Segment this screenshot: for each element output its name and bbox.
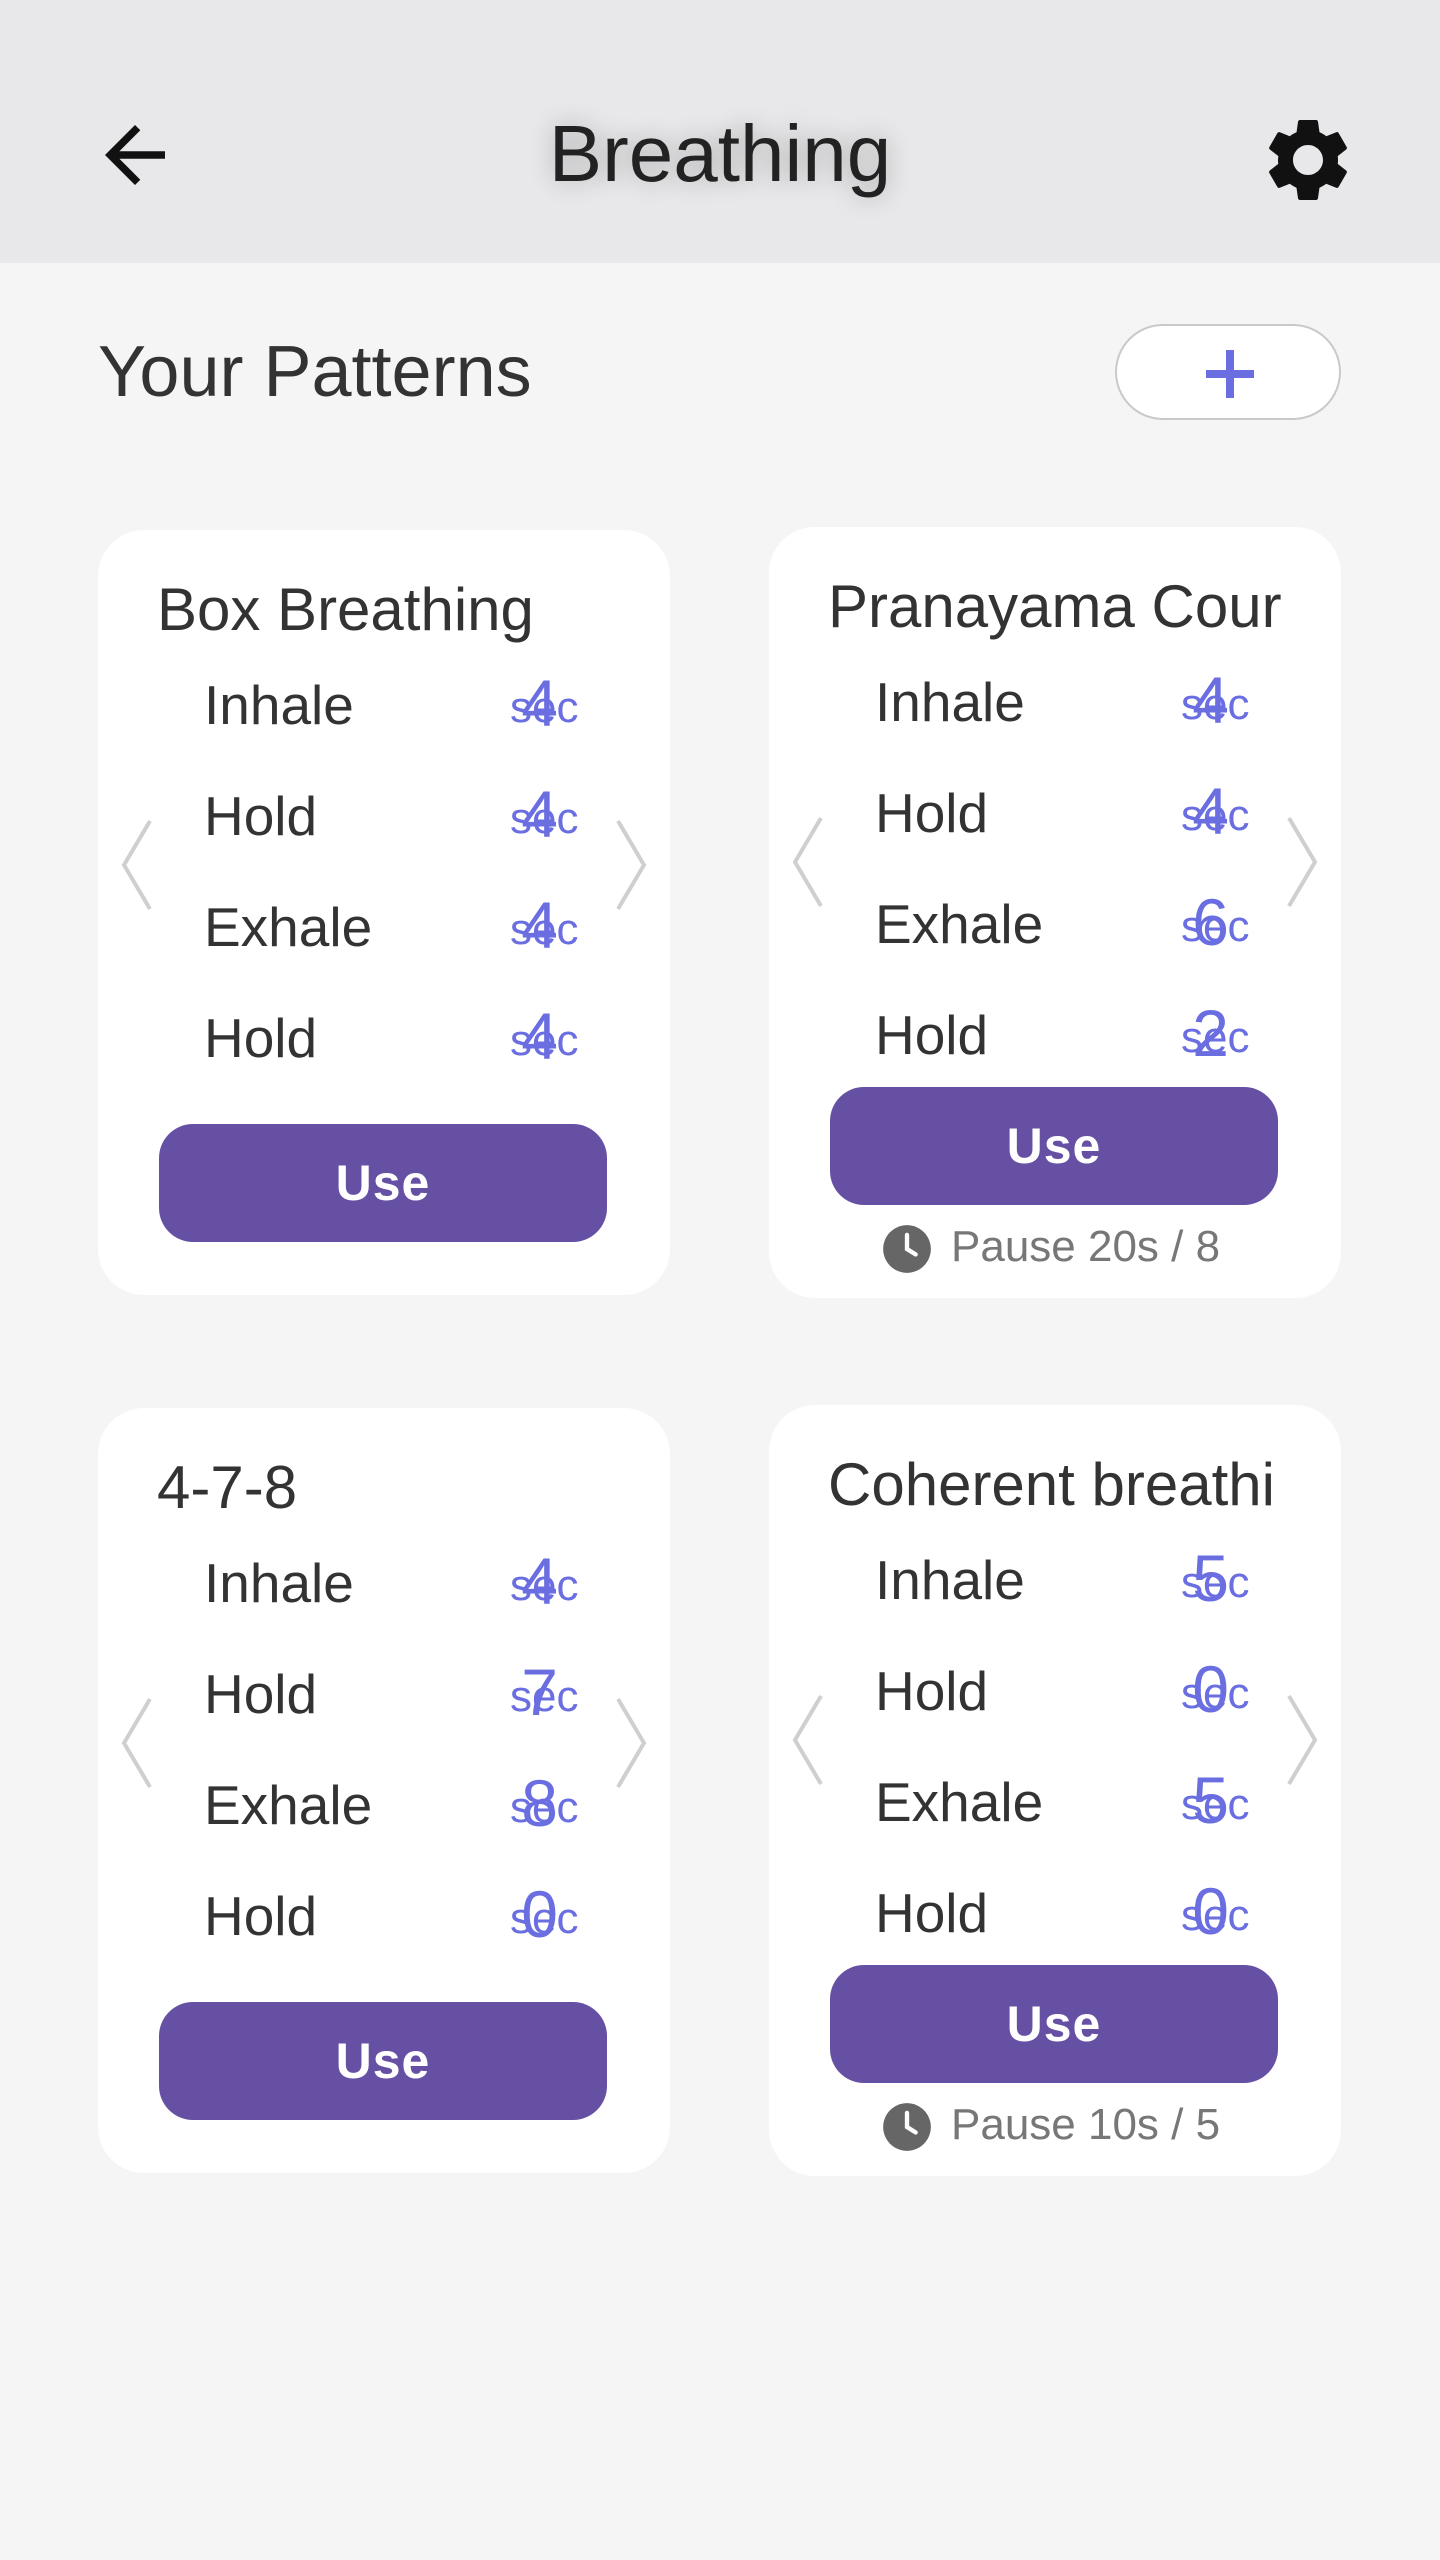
phase-unit: sec: [510, 1672, 579, 1721]
gear-icon: [1269, 119, 1347, 200]
page-title: Breathing: [548, 109, 892, 198]
phase-row: Hold 0 sec: [769, 1651, 1341, 1731]
pattern-card: Box Breathing Inhale 4 sec Hold 4 sec Ex…: [98, 530, 670, 1295]
phase-label: Exhale: [204, 896, 373, 958]
phase-row: Inhale 4 sec: [769, 662, 1341, 742]
phase-unit: sec: [510, 1783, 579, 1832]
phase-unit: sec: [510, 794, 579, 843]
use-button[interactable]: Use: [159, 2002, 607, 2120]
phase-label: Inhale: [875, 671, 1025, 733]
phase-row: Hold 0 sec: [98, 1876, 670, 1956]
phase-label: Hold: [875, 1882, 989, 1944]
phase-row: Hold 4 sec: [98, 776, 670, 856]
use-button[interactable]: Use: [159, 1124, 607, 1242]
phase-row: Hold 2 sec: [769, 995, 1341, 1075]
phase-label: Inhale: [875, 1549, 1025, 1611]
patterns-header: Your Patterns: [0, 263, 1440, 453]
phase-row: Hold 7 sec: [98, 1654, 670, 1734]
phase-label: Inhale: [204, 674, 354, 736]
pause-text: Pause 20s / 8: [951, 1222, 1221, 1271]
phase-row: Inhale 4 sec: [98, 1543, 670, 1623]
phase-label: Exhale: [875, 1771, 1044, 1833]
phase-unit: sec: [510, 1894, 579, 1943]
phase-unit: sec: [1181, 1013, 1250, 1062]
phase-label: Hold: [204, 785, 318, 847]
phase-label: Exhale: [875, 893, 1044, 955]
phase-row: Inhale 4 sec: [98, 665, 670, 745]
phase-row: Hold 4 sec: [769, 773, 1341, 853]
clock-icon: [883, 1225, 931, 1273]
pattern-card: 4-7-8 Inhale 4 sec Hold 7 sec Exhale 8 s…: [98, 1408, 670, 2173]
phase-label: Exhale: [204, 1774, 373, 1836]
phase-unit: sec: [1181, 791, 1250, 840]
phase-label: Hold: [204, 1885, 318, 1947]
phase-unit: sec: [1181, 902, 1250, 951]
phase-unit: sec: [1181, 1780, 1250, 1829]
section-title: Your Patterns: [98, 332, 532, 412]
phase-label: Hold: [875, 1660, 989, 1722]
card-title: Pranayama Cour: [828, 573, 1282, 640]
phase-label: Hold: [875, 1004, 989, 1066]
add-pattern-button[interactable]: [1115, 324, 1341, 420]
app-bar: Breathing: [0, 0, 1440, 263]
phase-unit: sec: [510, 683, 579, 732]
use-button[interactable]: Use: [830, 1087, 1278, 1205]
phase-unit: sec: [510, 905, 579, 954]
card-title: Coherent breathi: [828, 1451, 1275, 1518]
phase-label: Hold: [204, 1007, 318, 1069]
phase-row: Inhale 5 sec: [769, 1540, 1341, 1620]
phase-unit: sec: [1181, 1891, 1250, 1940]
phase-row: Hold 0 sec: [769, 1873, 1341, 1953]
phase-row: Exhale 5 sec: [769, 1762, 1341, 1842]
phase-label: Hold: [875, 782, 989, 844]
phase-unit: sec: [1181, 680, 1250, 729]
plus-icon: [1206, 350, 1254, 398]
pattern-card: Pranayama Cour Inhale 4 sec Hold 4 sec E…: [769, 527, 1341, 1298]
clock-icon: [883, 2103, 931, 2151]
phase-unit: sec: [1181, 1558, 1250, 1607]
phase-row: Exhale 4 sec: [98, 887, 670, 967]
phase-unit: sec: [510, 1561, 579, 1610]
phase-unit: sec: [510, 1016, 579, 1065]
phase-row: Exhale 6 sec: [769, 884, 1341, 964]
pattern-card: Coherent breathi Inhale 5 sec Hold 0 sec…: [769, 1405, 1341, 2176]
pause-text: Pause 10s / 5: [951, 2100, 1221, 2149]
use-button[interactable]: Use: [830, 1965, 1278, 2083]
settings-button[interactable]: [1258, 110, 1358, 210]
card-title: Box Breathing: [157, 576, 534, 643]
phase-unit: sec: [1181, 1669, 1250, 1718]
card-title: 4-7-8: [157, 1454, 298, 1521]
phase-label: Hold: [204, 1663, 318, 1725]
phase-label: Inhale: [204, 1552, 354, 1614]
phase-row: Hold 4 sec: [98, 998, 670, 1078]
phase-row: Exhale 8 sec: [98, 1765, 670, 1845]
